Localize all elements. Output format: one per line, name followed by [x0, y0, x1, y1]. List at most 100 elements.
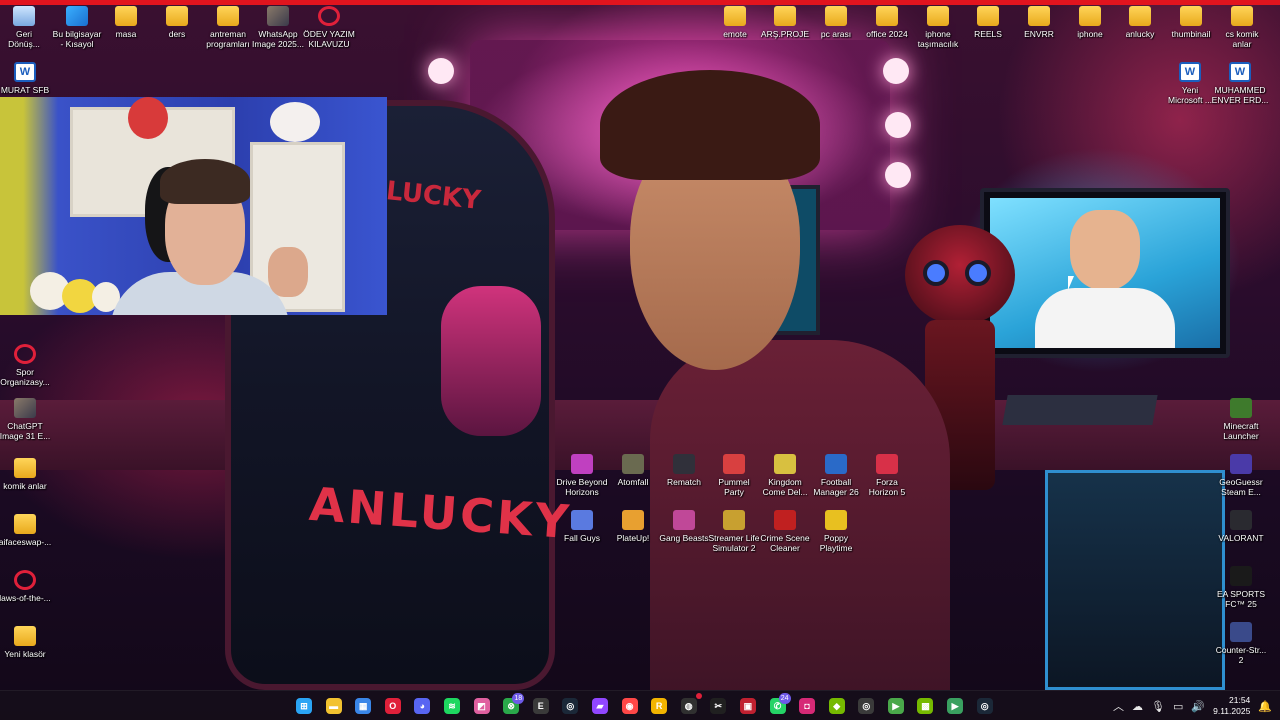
network-icon[interactable]: ▭	[1173, 700, 1183, 713]
taskbar-button[interactable]: ⊗ 18	[499, 693, 525, 718]
desktop-icon-label: Football Manager 26	[813, 477, 859, 497]
wallpaper-keyboard	[1002, 395, 1158, 425]
folder-icon	[927, 6, 949, 26]
desktop-icon-label: aifaceswap-...	[0, 537, 52, 547]
chevron-up-icon[interactable]: ︿	[1113, 698, 1124, 714]
gang-beasts-icon	[673, 510, 695, 530]
webcam-plush	[270, 102, 320, 142]
taskbar-button[interactable]: ◕	[410, 694, 434, 718]
taskbar-button[interactable]: ◎	[854, 694, 878, 718]
desktop-icon-label: Atomfall	[617, 477, 649, 487]
taskbar-button[interactable]: ⊞	[292, 694, 316, 718]
desktop-icon-label: ÖDEV YAZIM KILAVUZU	[303, 29, 355, 49]
taskbar-button[interactable]: ≋	[440, 694, 464, 718]
geoguessr-icon	[1230, 454, 1252, 474]
desktop-icon[interactable]: Spor Organizasy...	[0, 344, 59, 387]
word-icon: W	[1179, 62, 1201, 82]
webcam-person-hair	[160, 159, 250, 204]
taskbar-button[interactable]: ▶	[943, 694, 967, 718]
taskbar-button[interactable]: O	[381, 694, 405, 718]
taskbar-button[interactable]: ◆	[825, 694, 849, 718]
volume-icon[interactable]: 🔊	[1191, 700, 1205, 713]
steam-running-icon: ◎	[976, 698, 993, 714]
desktop-icon-label: iphone	[1077, 29, 1103, 39]
taskbar-button[interactable]: ◘	[795, 694, 819, 718]
streamer-life-icon	[723, 510, 745, 530]
desktop-icon[interactable]: aifaceswap-...	[0, 514, 59, 547]
taskbar-button[interactable]: ◎	[558, 694, 582, 718]
notification-bell-icon[interactable]: 🔔	[1258, 700, 1272, 713]
word-icon: W	[1229, 62, 1251, 82]
taskbar-button[interactable]: ◩	[470, 694, 494, 718]
forza-horizon-icon	[876, 454, 898, 474]
wallpaper-pc-tower	[1045, 470, 1225, 690]
taskbar-button[interactable]: ◎	[973, 694, 997, 718]
desktop-icon[interactable]: EA SPORTS FC™ 25	[1207, 566, 1275, 609]
taskbar-button[interactable]: ✂	[706, 694, 730, 718]
taskbar-button[interactable]: ▦	[351, 694, 375, 718]
drive-beyond-horizons-icon	[571, 454, 593, 474]
mouse-cursor-icon	[1068, 276, 1074, 290]
desktop-icon[interactable]: W MUHAMMED ENVER ERD...	[1206, 62, 1274, 105]
desktop-icon-label: office 2024	[866, 29, 908, 39]
desktop-icon-label: Counter-Str... 2	[1215, 645, 1267, 665]
taskbar-button[interactable]: ◍	[677, 693, 702, 718]
desktop-icon[interactable]: ChatGPT Image 31 E...	[0, 398, 59, 441]
clock-time: 21:54	[1229, 695, 1251, 705]
folder-icon	[774, 6, 796, 26]
desktop-icon-label: GeoGuessr Steam E...	[1219, 477, 1263, 497]
discord-icon: ◕	[414, 698, 431, 714]
desktop-icon[interactable]: komik anlar	[0, 458, 59, 491]
desktop-icon[interactable]: Forza Horizon 5	[853, 454, 921, 497]
taskbar-button[interactable]: E	[529, 694, 553, 718]
desktop-icon[interactable]: Yeni klasör	[0, 626, 59, 659]
desktop-icon-label: REELS	[974, 29, 1002, 39]
folder-icon	[1028, 6, 1050, 26]
this-pc-icon	[66, 6, 88, 26]
desktop-icon[interactable]: GeoGuessr Steam E...	[1207, 454, 1275, 497]
file-explorer-icon: ▬	[325, 698, 342, 714]
desktop-icon[interactable]: cs komik anlar	[1208, 6, 1276, 49]
folder-icon	[14, 458, 36, 478]
folder-icon	[1180, 6, 1202, 26]
opera-icon	[14, 570, 36, 590]
epic-games-icon: E	[532, 698, 549, 714]
taskbar-button[interactable]: ▬	[322, 694, 346, 718]
taskbar-button[interactable]: ▰	[588, 694, 612, 718]
system-tray: ︿ ☁ 🎙 ▭ 🔊 21:54 9.11.2025 🔔	[1113, 694, 1272, 718]
desktop-icon[interactable]: VALORANT	[1207, 510, 1275, 543]
rematch-icon	[673, 454, 695, 474]
desktop-icon-label: Pummel Party	[718, 477, 750, 497]
opera-gx-icon: O	[384, 698, 401, 714]
desktop-icon-label: Minecraft Launcher	[1223, 421, 1259, 441]
desktop-icon-label: Poppy Playtime	[819, 533, 853, 553]
desktop-icon[interactable]: Minecraft Launcher	[1207, 398, 1275, 441]
desktop-icon[interactable]: Poppy Playtime	[802, 510, 870, 553]
taskbar-button[interactable]: ◉	[618, 694, 642, 718]
desktop-icon[interactable]: Counter-Str... 2	[1207, 622, 1275, 665]
taskbar-button[interactable]: ✆ 24	[766, 693, 791, 718]
taskbar-button[interactable]: ▩	[913, 694, 937, 718]
folder-icon	[825, 6, 847, 26]
taskbar-button[interactable]: ▣	[736, 694, 760, 718]
wallpaper-person	[560, 70, 950, 690]
desktop-icon[interactable]: W MURAT SFB	[0, 62, 59, 95]
desktop-icon[interactable]: laws-of-the-...	[0, 570, 59, 603]
desktop-icon-label: cs komik anlar	[1225, 29, 1259, 49]
play-icon: ▶	[887, 698, 904, 714]
desktop-icon[interactable]: ÖDEV YAZIM KILAVUZU	[295, 6, 363, 49]
taskbar-button[interactable]: R	[647, 694, 671, 718]
image-icon	[14, 398, 36, 418]
desktop-icon-label: VALORANT	[1218, 533, 1264, 543]
webcam-plush	[128, 97, 168, 139]
microphone-icon[interactable]: 🎙	[1151, 700, 1165, 713]
taskbar-button[interactable]: ▶	[884, 694, 908, 718]
opera-icon	[14, 344, 36, 364]
game-launcher-icon: ▣	[739, 698, 756, 714]
chair-brand: ANLUCKY	[307, 476, 574, 550]
notification-badge: 24	[778, 693, 791, 704]
folder-icon	[115, 6, 137, 26]
onedrive-cloud-icon[interactable]: ☁	[1132, 700, 1143, 713]
folder-icon	[217, 6, 239, 26]
taskbar-clock[interactable]: 21:54 9.11.2025	[1213, 695, 1250, 717]
